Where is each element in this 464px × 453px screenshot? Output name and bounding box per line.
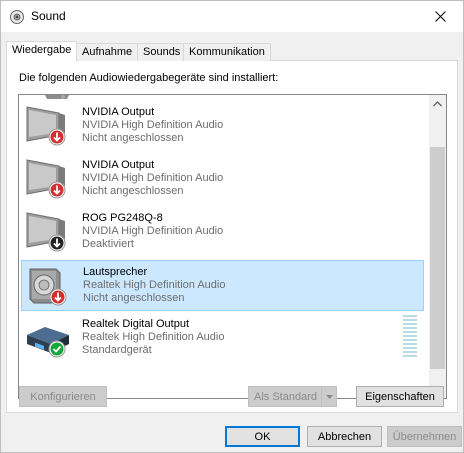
device-status: Nicht angeschlossen	[83, 292, 185, 304]
monitor-icon	[25, 105, 73, 149]
device-item-rog-pg248q[interactable]: ROG PG248Q-8 NVIDIA High Definition Audi…	[21, 207, 424, 258]
set-default-button[interactable]: Als Standard	[248, 386, 337, 407]
device-status: Nicht angeschlossen	[82, 132, 184, 144]
chevron-up-icon	[433, 100, 442, 106]
close-button[interactable]	[417, 1, 463, 32]
scrollbar-thumb[interactable]	[430, 147, 445, 369]
device-item-lautsprecher[interactable]: Lautsprecher Realtek High Definition Aud…	[21, 260, 424, 311]
apply-button[interactable]: Übernehmen	[387, 426, 462, 447]
cancel-button[interactable]: Abbrechen	[307, 426, 382, 447]
tab-wiedergabe[interactable]: Wiedergabe	[6, 41, 78, 62]
device-list-label: Die folgenden Audiowiedergabegeräte sind…	[19, 72, 279, 84]
device-name: Realtek Digital Output	[82, 318, 189, 330]
scroll-up-button[interactable]	[429, 95, 446, 112]
set-default-dropdown[interactable]	[321, 387, 336, 406]
playback-device-list[interactable]: NVIDIA Output NVIDIA High Definition Aud…	[18, 94, 447, 399]
tab-aufnahme[interactable]: Aufnahme	[76, 43, 139, 61]
device-name: NVIDIA Output	[82, 106, 155, 118]
device-driver: Realtek High Definition Audio	[82, 331, 225, 343]
device-driver: Realtek High Definition Audio	[83, 279, 226, 291]
tab-kommunikation[interactable]: Kommunikation	[183, 43, 271, 61]
configure-button[interactable]: Konfigurieren	[19, 386, 107, 407]
close-icon	[434, 11, 446, 22]
device-status: Deaktiviert	[82, 238, 134, 250]
device-name: NVIDIA Output	[82, 159, 155, 171]
device-item-nvidia-output-2[interactable]: NVIDIA Output NVIDIA High Definition Aud…	[21, 154, 424, 205]
device-name: ROG PG248Q-8	[82, 212, 163, 224]
device-status: Standardgerät	[82, 344, 152, 356]
vertical-scrollbar[interactable]	[429, 95, 446, 398]
device-name: Lautsprecher	[83, 266, 148, 278]
sound-dialog: Sound Wiedergabe Aufnahme Sounds Kommuni…	[0, 0, 464, 453]
chevron-down-icon	[325, 394, 333, 399]
device-driver: NVIDIA High Definition Audio	[82, 119, 224, 131]
device-status: Nicht angeschlossen	[82, 185, 184, 197]
device-item-nvidia-output-1[interactable]: NVIDIA Output NVIDIA High Definition Aud…	[21, 101, 424, 152]
title-bar: Sound	[1, 1, 463, 32]
tab-sounds[interactable]: Sounds	[137, 43, 187, 61]
digital-output-icon	[25, 317, 73, 361]
monitor-icon	[25, 211, 73, 255]
speaker-app-icon	[9, 9, 25, 25]
properties-button[interactable]: Eigenschaften	[356, 386, 444, 407]
ok-button[interactable]: OK	[225, 426, 300, 447]
set-default-label: Als Standard	[254, 390, 317, 403]
device-driver: NVIDIA High Definition Audio	[82, 172, 224, 184]
volume-level-meter	[403, 315, 417, 361]
device-driver: NVIDIA High Definition Audio	[82, 225, 224, 237]
speaker-icon	[26, 265, 74, 309]
device-item-realtek-digital-output[interactable]: Realtek Digital Output Realtek High Defi…	[21, 313, 424, 364]
window-title: Sound	[31, 9, 66, 23]
monitor-icon	[25, 158, 73, 202]
playback-tab-panel: Die folgenden Audiowiedergabegeräte sind…	[6, 61, 458, 413]
tab-strip: Wiedergabe Aufnahme Sounds Kommunikation	[6, 41, 458, 62]
